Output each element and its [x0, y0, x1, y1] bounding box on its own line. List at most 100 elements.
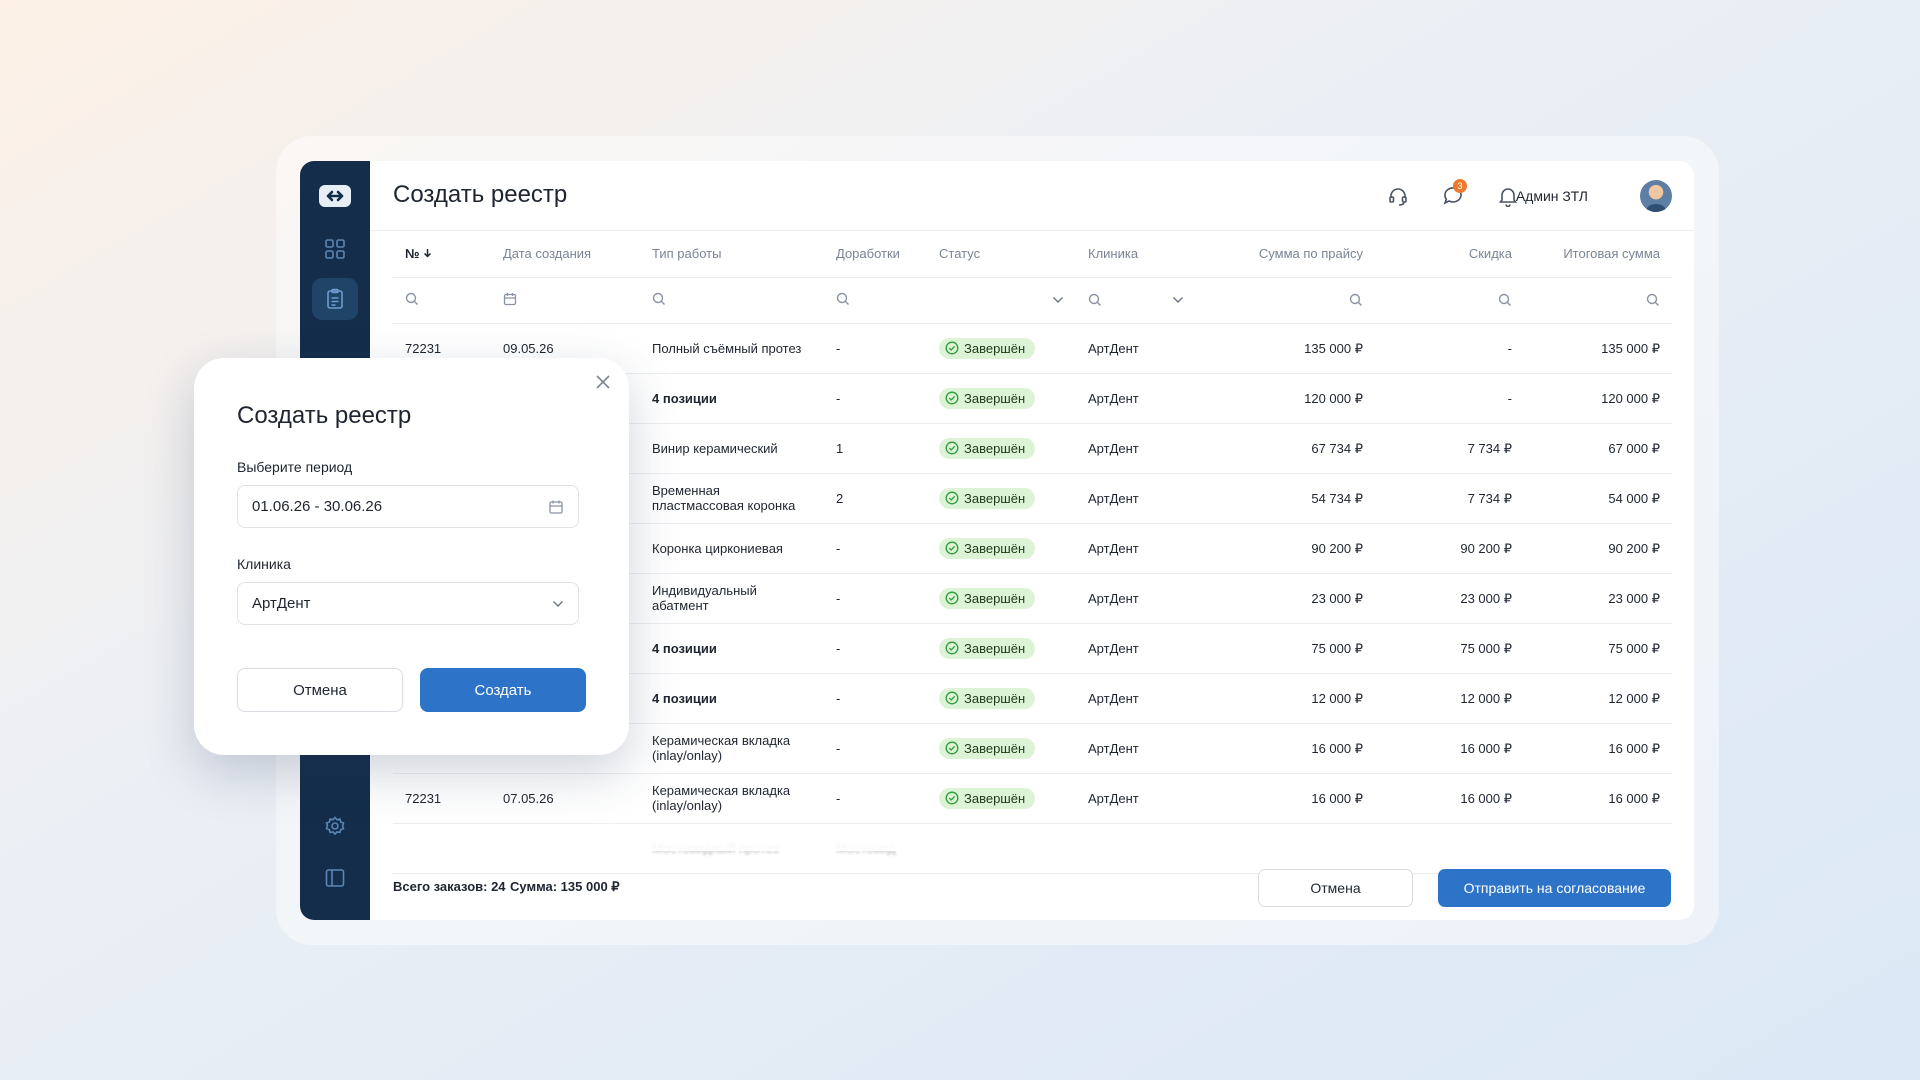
status-text: Завершён	[964, 390, 1026, 406]
cell-total: 120 000 ₽	[1524, 373, 1672, 424]
check-circle-icon	[945, 491, 959, 505]
cell-clinic: АртДент	[1076, 673, 1196, 724]
filter-discount[interactable]	[1375, 277, 1524, 324]
user-name[interactable]: Админ ЗТЛ	[1516, 188, 1588, 204]
status-text: Завершён	[964, 340, 1026, 356]
cell-rev: 1	[824, 423, 927, 474]
cell-clinic: АртДент	[1076, 473, 1196, 524]
cell-price: 12 000 ₽	[1196, 673, 1375, 724]
col-total[interactable]: Итоговая сумма	[1524, 231, 1672, 278]
status-badge: Завершён	[939, 487, 1036, 509]
chevron-down-icon	[553, 600, 563, 607]
period-label: Выберите период	[237, 459, 353, 475]
filter-price[interactable]	[1196, 277, 1375, 324]
avatar[interactable]	[1640, 180, 1672, 212]
cell-work: Керамическая вкладка (inlay/onlay)	[640, 723, 824, 774]
cell-discount: 12 000 ₽	[1375, 673, 1524, 724]
status-badge: Завершён	[939, 437, 1036, 459]
cell-price: 16 000 ₽	[1196, 723, 1375, 774]
cell-total: 75 000 ₽	[1524, 623, 1672, 674]
clinic-value: АртДент	[252, 595, 311, 612]
period-field[interactable]: 01.06.26 - 30.06.26	[237, 485, 579, 528]
support-button[interactable]	[1384, 182, 1412, 210]
col-discount[interactable]: Скидка	[1375, 231, 1524, 278]
sidebar-item-settings[interactable]	[312, 805, 358, 847]
check-circle-icon	[945, 641, 959, 655]
filter-date[interactable]	[491, 277, 640, 324]
cell-work: 4 позиции	[640, 373, 824, 424]
status-text: Завершён	[964, 790, 1026, 806]
logo-icon[interactable]	[319, 185, 351, 207]
filter-status[interactable]	[927, 277, 1076, 324]
modal-cancel-button[interactable]: Отмена	[237, 668, 403, 712]
search-icon	[1088, 293, 1101, 306]
cell-discount: 16 000 ₽	[1375, 723, 1524, 774]
col-clinic[interactable]: Клиника	[1076, 231, 1196, 278]
cell-status: Завершён	[927, 423, 1076, 474]
status-badge: Завершён	[939, 337, 1036, 359]
cell-discount: 75 000 ₽	[1375, 623, 1524, 674]
cell-total: 135 000 ₽	[1524, 323, 1672, 374]
filter-clinic[interactable]	[1076, 277, 1196, 324]
sidebar-item-dashboard[interactable]	[312, 228, 358, 270]
dashboard-icon	[325, 239, 345, 259]
messages-button[interactable]: 3	[1439, 179, 1467, 210]
cell-work: Винир керамический	[640, 423, 824, 474]
cell-rev: -	[824, 323, 927, 374]
submit-approval-button[interactable]: Отправить на согласование	[1438, 869, 1671, 907]
cell-discount: 7 734 ₽	[1375, 473, 1524, 524]
close-icon[interactable]	[593, 372, 613, 392]
search-icon	[652, 292, 665, 305]
cell-clinic: АртДент	[1076, 623, 1196, 674]
check-circle-icon	[945, 591, 959, 605]
search-icon	[836, 292, 849, 305]
clinic-select[interactable]: АртДент	[237, 582, 579, 625]
cell-clinic: АртДент	[1076, 373, 1196, 424]
sort-down-icon	[424, 249, 432, 258]
sidebar-item-registry[interactable]	[312, 278, 358, 320]
col-price[interactable]: Сумма по прайсу	[1196, 231, 1375, 278]
cell-price: 67 734 ₽	[1196, 423, 1375, 474]
cell-discount: -	[1375, 373, 1524, 424]
filter-row	[393, 277, 1672, 324]
panel-icon	[325, 869, 345, 887]
cell-status: Завершён	[927, 773, 1076, 824]
table-row[interactable]: 72231 07.05.26 Керамическая вкладка (inlay/…	[393, 773, 1672, 824]
chevron-down-icon	[1173, 297, 1183, 303]
filter-total[interactable]	[1524, 277, 1672, 324]
check-circle-icon	[945, 541, 959, 555]
modal-create-button[interactable]: Создать	[420, 668, 586, 712]
cell-clinic: АртДент	[1076, 423, 1196, 474]
chevron-down-icon	[1053, 297, 1063, 303]
cell-work: Керамическая вкладка (inlay/onlay)	[640, 773, 824, 824]
table-header: № Дата создания Тип работы Доработки Ста…	[393, 231, 1672, 278]
check-circle-icon	[945, 691, 959, 705]
search-icon	[1349, 293, 1362, 306]
settings-icon	[325, 816, 345, 836]
cell-work: Временная пластмассовая коронка	[640, 473, 824, 524]
col-number[interactable]: №	[393, 231, 491, 278]
cell-rev: -	[824, 773, 927, 824]
filter-revisions[interactable]	[824, 277, 927, 324]
col-status[interactable]: Статус	[927, 231, 1076, 278]
cell-total: 16 000 ₽	[1524, 773, 1672, 824]
col-revisions[interactable]: Доработки	[824, 231, 927, 278]
cell-price: 135 000 ₽	[1196, 323, 1375, 374]
filter-work-type[interactable]	[640, 277, 824, 324]
cancel-button[interactable]: Отмена	[1258, 869, 1413, 907]
cell-work: Индивидуальный абатмент	[640, 573, 824, 624]
cell-clinic: АртДент	[1076, 773, 1196, 824]
col-work-type[interactable]: Тип работы	[640, 231, 824, 278]
check-circle-icon	[945, 391, 959, 405]
sidebar-toggle[interactable]	[312, 857, 358, 899]
cell-total: 90 200 ₽	[1524, 523, 1672, 574]
col-date[interactable]: Дата создания	[491, 231, 640, 278]
cell-clinic: АртДент	[1076, 723, 1196, 774]
calendar-icon[interactable]	[548, 499, 564, 515]
cell-rev: -	[824, 573, 927, 624]
filter-number[interactable]	[393, 277, 491, 324]
cell-work: Коронка циркониевая	[640, 523, 824, 574]
search-icon	[1498, 293, 1511, 306]
cell-status: Завершён	[927, 523, 1076, 574]
status-badge: Завершён	[939, 787, 1036, 809]
